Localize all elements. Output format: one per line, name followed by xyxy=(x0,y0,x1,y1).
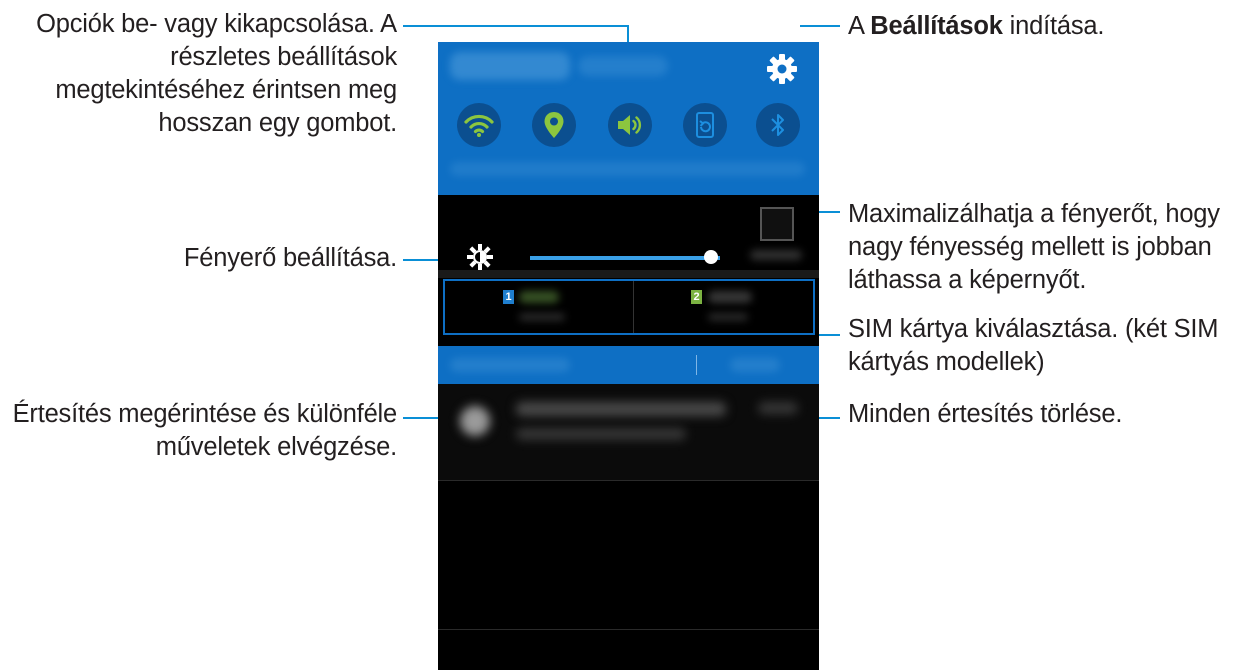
annotation-toggles-line-2: részletes beállítások xyxy=(170,43,397,71)
annotation-sim: SIM kártya kiválasztása. (két SIM kártyá… xyxy=(848,313,1219,379)
bluetooth-icon xyxy=(771,114,784,136)
annotation-max-brightness: Maximalizálhatja a fényerőt, hogy nagy f… xyxy=(848,198,1220,297)
sim-1-badge: 1 xyxy=(503,290,514,304)
notification-divider-2 xyxy=(438,629,819,630)
date-time-blur xyxy=(450,52,570,80)
notification-divider-1 xyxy=(438,480,819,481)
notifications-header xyxy=(438,346,819,384)
separator xyxy=(438,270,819,278)
brightness-slider-track[interactable] xyxy=(530,256,720,260)
bluetooth-toggle[interactable] xyxy=(756,103,800,147)
clear-all-label-blur xyxy=(730,358,780,372)
notification-text-blur xyxy=(516,428,686,440)
quick-settings-area xyxy=(438,42,819,187)
sim-2-name-blur xyxy=(708,291,752,303)
sound-icon xyxy=(618,115,642,135)
annotation-brightness: Fényerő beállítása. xyxy=(183,244,397,272)
leader-line-toggles-h xyxy=(403,25,629,27)
max-brightness-label-blur xyxy=(750,250,802,260)
annotation-notification: Értesítés megérintése és különféle művel… xyxy=(12,398,398,464)
toggle-labels-blur xyxy=(450,162,805,176)
screen-rotation-icon xyxy=(696,112,714,138)
annotation-settings-prefix: A xyxy=(848,12,871,40)
annotation-max-brightness-line-1: Maximalizálhatja a fényerőt, hogy xyxy=(848,200,1220,228)
annotation-sim-line-1: SIM kártya kiválasztása. (két SIM xyxy=(848,315,1219,343)
sim-2-badge: 2 xyxy=(691,290,702,304)
leader-line-settings xyxy=(800,25,840,27)
sound-toggle[interactable] xyxy=(608,103,652,147)
max-brightness-checkbox[interactable] xyxy=(760,207,794,241)
sim-1-sub-blur xyxy=(519,313,565,321)
annotation-notification-line-1: Értesítés megérintése és különféle xyxy=(12,400,398,428)
sim-2-sub-blur xyxy=(708,313,748,321)
annotation-settings-suffix: indítása. xyxy=(1002,12,1105,40)
panel-strip xyxy=(438,187,819,195)
brightness-slider-knob[interactable] xyxy=(703,250,718,264)
location-icon xyxy=(544,112,564,138)
location-toggle[interactable] xyxy=(532,103,576,147)
date-time-blur-2 xyxy=(578,56,668,76)
annotation-max-brightness-line-2: nagy fényesség mellett is jobban xyxy=(848,233,1212,261)
annotation-notification-line-2: műveletek elvégzése. xyxy=(155,433,397,461)
notification-app-icon xyxy=(460,406,490,436)
rotation-toggle[interactable] xyxy=(683,103,727,147)
settings-gear-icon[interactable] xyxy=(765,52,799,86)
annotation-toggles-line-3: megtekintéséhez érintsen meg xyxy=(55,76,397,104)
sim-1-name-blur xyxy=(519,291,559,303)
notifications-title-blur xyxy=(450,358,570,372)
notification-title-blur xyxy=(516,402,726,416)
leader-line-sim xyxy=(816,334,840,336)
annotation-max-brightness-line-3: láthassa a képernyőt. xyxy=(848,266,1087,294)
clear-all-button[interactable] xyxy=(708,346,819,384)
notification-time-blur xyxy=(758,402,798,414)
annotation-toggles-line-1: Opciók be- vagy kikapcsolása. A xyxy=(36,10,397,38)
sim-card-1[interactable]: 1 xyxy=(445,281,633,333)
annotation-settings-bold: Beállítások xyxy=(870,12,1003,40)
annotation-settings: A Beállítások indítása. xyxy=(848,10,1104,43)
annotation-toggles: Opciók be- vagy kikapcsolása. A részlete… xyxy=(36,8,397,140)
wifi-icon xyxy=(464,114,494,137)
wifi-toggle[interactable] xyxy=(457,103,501,147)
annotation-toggles-line-4: hosszan egy gombot. xyxy=(158,109,397,137)
header-divider xyxy=(696,355,697,375)
notification-item[interactable] xyxy=(438,384,819,480)
annotation-sim-line-2: kártyás modellek) xyxy=(848,348,1045,376)
sim-card-2[interactable]: 2 xyxy=(634,281,815,333)
annotation-clear-all: Minden értesítés törlése. xyxy=(848,400,1123,428)
notification-panel: 1 2 xyxy=(438,42,819,670)
sim-selector: 1 2 xyxy=(443,279,815,335)
